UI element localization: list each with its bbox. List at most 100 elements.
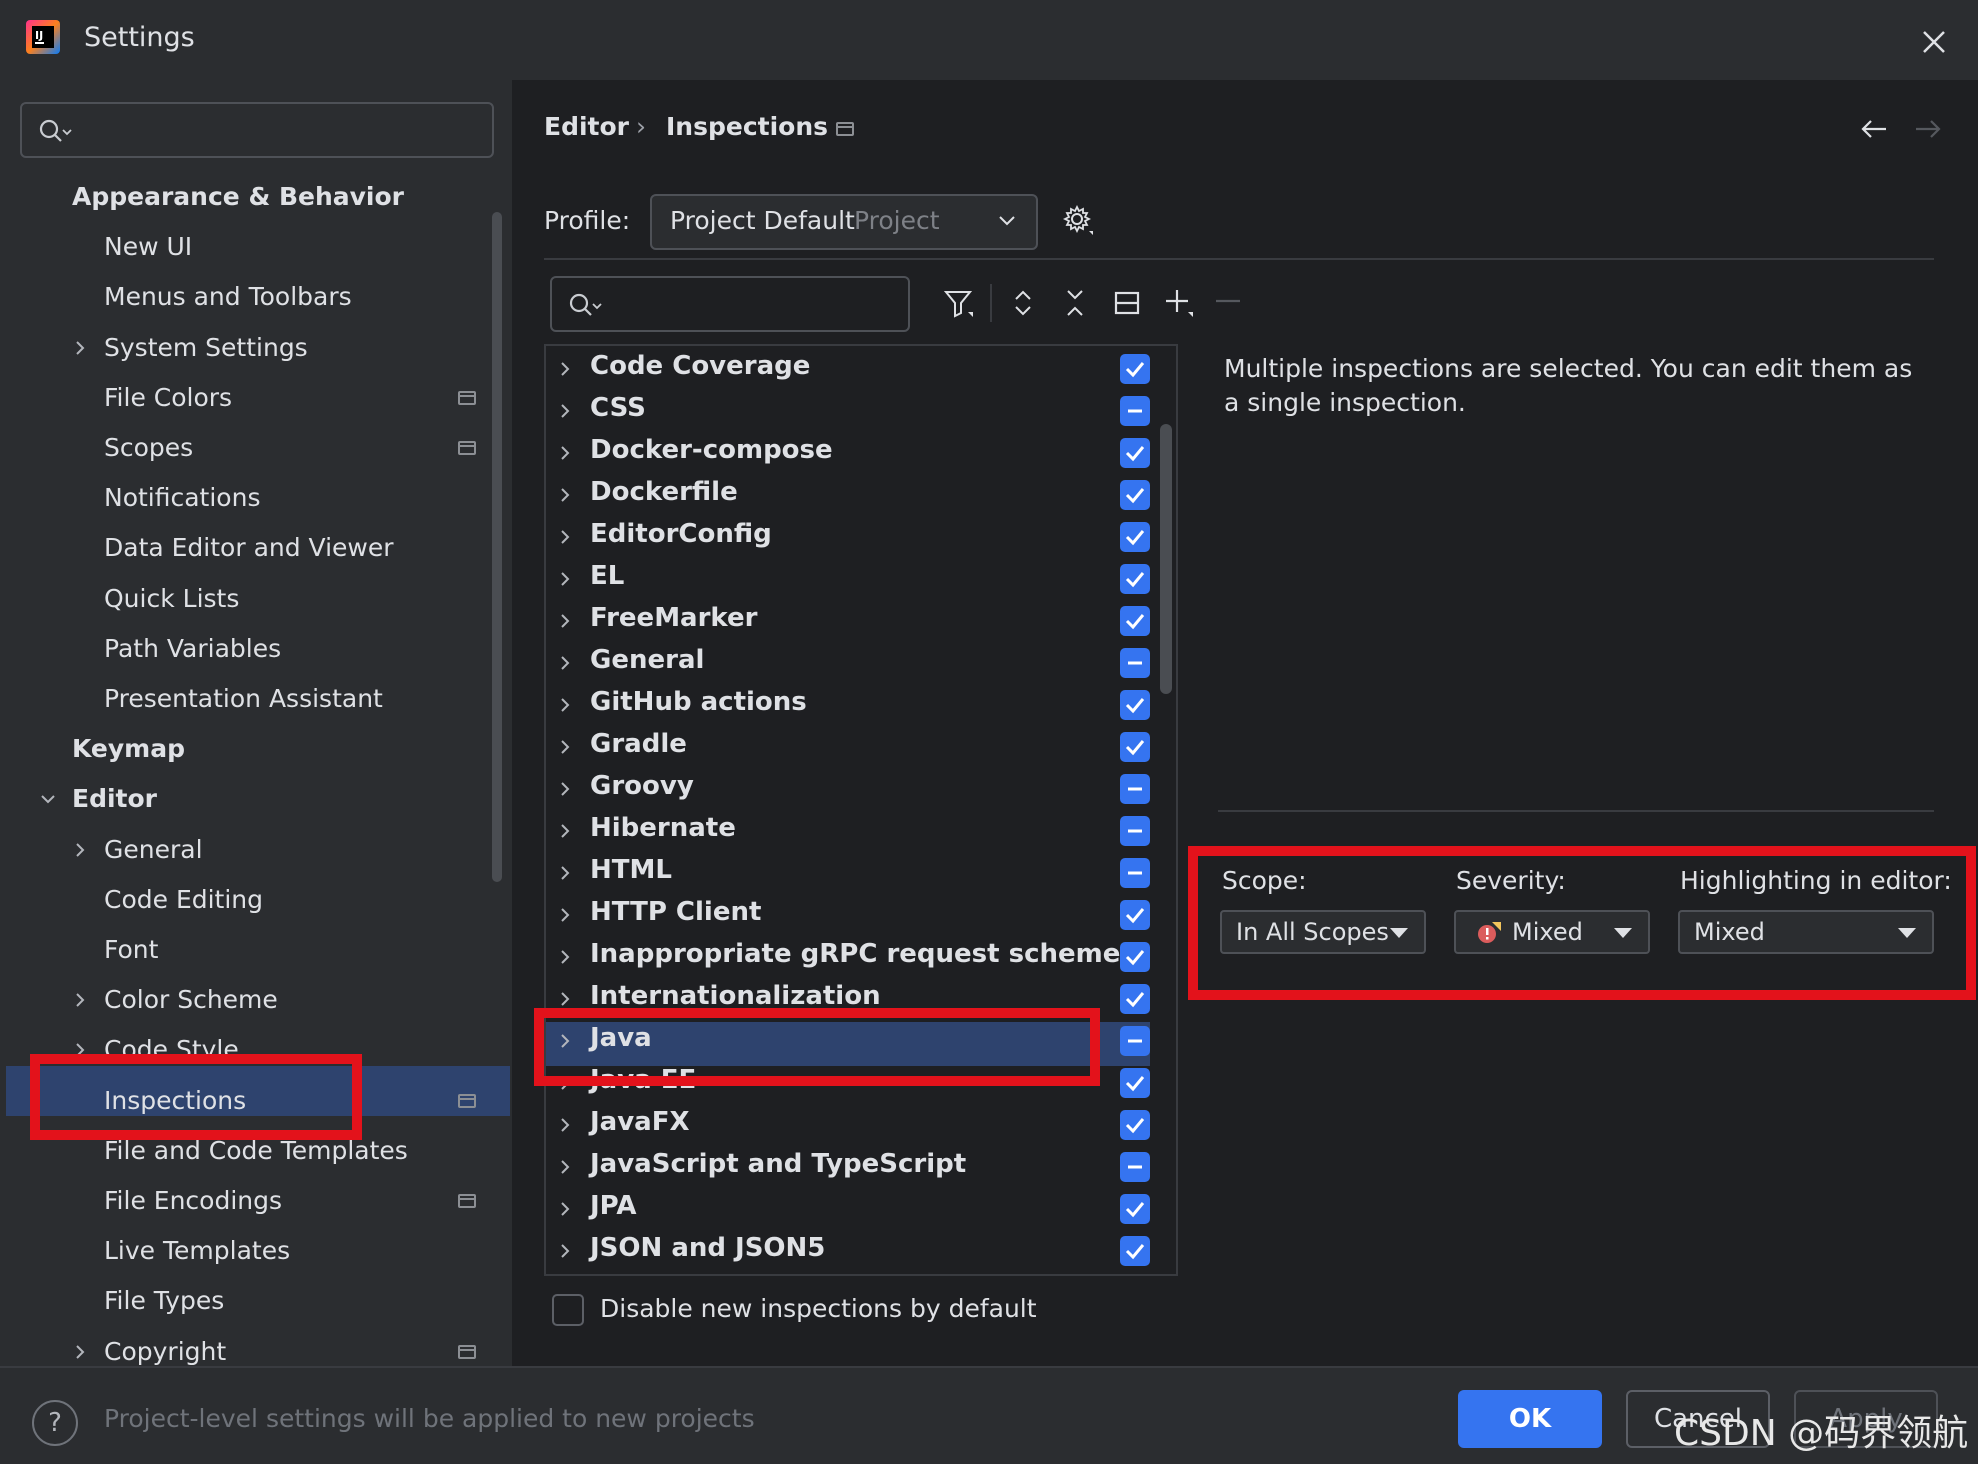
tree-row-code-coverage[interactable]: Code Coverage [546,348,1172,390]
checkbox-checked-icon[interactable] [1120,1194,1150,1224]
collapse-all-icon[interactable] [1058,286,1092,320]
checkbox-checked-icon[interactable] [1120,1110,1150,1140]
checkbox-checked-icon[interactable] [1120,732,1150,762]
checkbox-mixed-icon[interactable] [1120,396,1150,426]
chevron-right-icon[interactable] [558,529,572,545]
sidebar-item-file-colors[interactable]: File Colors [104,378,232,418]
sidebar-item-notifications[interactable]: Notifications [104,478,260,518]
checkbox-mixed-icon[interactable] [1120,1152,1150,1182]
chevron-right-icon[interactable] [558,1243,572,1259]
tree-row-javascript-and-typescript[interactable]: JavaScript and TypeScript [546,1146,1172,1188]
chevron-right-icon[interactable] [558,445,572,461]
chevron-right-icon[interactable] [558,697,572,713]
checkbox-checked-icon[interactable] [1120,942,1150,972]
sidebar-item-path-variables[interactable]: Path Variables [104,629,281,669]
gear-icon[interactable] [1062,204,1096,238]
checkbox-checked-icon[interactable] [1120,522,1150,552]
chevron-right-icon[interactable] [558,361,572,377]
disable-new-inspections-checkbox[interactable] [552,1294,584,1326]
checkbox-mixed-icon[interactable] [1120,816,1150,846]
sidebar-item-keymap[interactable]: Keymap [72,729,185,769]
ok-button[interactable]: OK [1458,1390,1602,1448]
chevron-right-icon[interactable] [72,992,88,1008]
tree-row-jpa[interactable]: JPA [546,1188,1172,1230]
tree-row-inappropriate-grpc-request-scheme[interactable]: Inappropriate gRPC request scheme [546,936,1172,978]
close-icon[interactable] [1916,24,1952,60]
inspection-search-input[interactable] [550,276,910,332]
chevron-right-icon[interactable] [558,739,572,755]
chevron-right-icon[interactable] [558,1201,572,1217]
chevron-right-icon[interactable] [72,842,88,858]
chevron-right-icon[interactable] [72,1344,88,1360]
tree-row-el[interactable]: EL [546,558,1172,600]
tree-row-editorconfig[interactable]: EditorConfig [546,516,1172,558]
chevron-right-icon[interactable] [558,865,572,881]
checkbox-checked-icon[interactable] [1120,480,1150,510]
tree-row-groovy[interactable]: Groovy [546,768,1172,810]
checkbox-checked-icon[interactable] [1120,984,1150,1014]
sidebar-item-file-encodings[interactable]: File Encodings [104,1181,282,1221]
chevron-right-icon[interactable] [558,1159,572,1175]
tree-row-http-client[interactable]: HTTP Client [546,894,1172,936]
sidebar-item-editor[interactable]: Editor [72,779,157,819]
chevron-right-icon[interactable] [558,823,572,839]
checkbox-mixed-icon[interactable] [1120,648,1150,678]
checkbox-mixed-icon[interactable] [1120,1026,1150,1056]
sidebar-item-font[interactable]: Font [104,930,158,970]
sidebar-item-code-editing[interactable]: Code Editing [104,880,263,920]
checkbox-checked-icon[interactable] [1120,690,1150,720]
sidebar-item-quick-lists[interactable]: Quick Lists [104,579,239,619]
chevron-right-icon[interactable] [558,613,572,629]
disable-new-inspections-label[interactable]: Disable new inspections by default [600,1294,1037,1323]
chevron-right-icon[interactable] [558,487,572,503]
tree-row-json-and-json5[interactable]: JSON and JSON5 [546,1230,1172,1272]
breadcrumb-editor[interactable]: Editor [544,112,629,141]
sidebar-item-color-scheme[interactable]: Color Scheme [104,980,278,1020]
filter-icon[interactable] [942,286,976,320]
forward-arrow-icon[interactable] [1914,118,1942,140]
tree-row-freemarker[interactable]: FreeMarker [546,600,1172,642]
expand-all-icon[interactable] [1006,286,1040,320]
checkbox-checked-icon[interactable] [1120,354,1150,384]
checkbox-checked-icon[interactable] [1120,438,1150,468]
sidebar-item-live-templates[interactable]: Live Templates [104,1231,290,1271]
checkbox-checked-icon[interactable] [1120,606,1150,636]
sidebar-item-data-editor-and-viewer[interactable]: Data Editor and Viewer [104,528,394,568]
tree-scrollbar[interactable] [1160,424,1172,694]
remove-icon[interactable] [1212,286,1246,320]
checkbox-mixed-icon[interactable] [1120,858,1150,888]
chevron-right-icon[interactable] [558,949,572,965]
sidebar-item-new-ui[interactable]: New UI [104,227,192,267]
chevron-right-icon[interactable] [558,655,572,671]
chevron-right-icon[interactable] [558,1117,572,1133]
sidebar-search-input[interactable] [20,102,494,158]
checkbox-checked-icon[interactable] [1120,1068,1150,1098]
chevron-right-icon[interactable] [72,340,88,356]
chevron-right-icon[interactable] [558,907,572,923]
checkbox-checked-icon[interactable] [1120,1236,1150,1266]
add-icon[interactable] [1162,286,1196,320]
sidebar-item-scopes[interactable]: Scopes [104,428,193,468]
tree-row-github-actions[interactable]: GitHub actions [546,684,1172,726]
chevron-right-icon[interactable] [558,781,572,797]
tree-row-general[interactable]: General [546,642,1172,684]
checkbox-mixed-icon[interactable] [1120,774,1150,804]
chevron-right-icon[interactable] [558,571,572,587]
tree-row-javafx[interactable]: JavaFX [546,1104,1172,1146]
tree-row-docker-compose[interactable]: Docker-compose [546,432,1172,474]
sidebar-item-system-settings[interactable]: System Settings [104,328,308,368]
tree-row-gradle[interactable]: Gradle [546,726,1172,768]
sidebar-item-presentation-assistant[interactable]: Presentation Assistant [104,679,383,719]
chevron-right-icon[interactable] [558,403,572,419]
sidebar-item-general[interactable]: General [104,830,203,870]
sidebar-scrollbar[interactable] [492,212,502,882]
sidebar-item-appearance-behavior[interactable]: Appearance & Behavior [72,177,404,217]
chevron-down-icon[interactable] [40,791,56,807]
chevron-right-icon[interactable] [558,991,572,1007]
sidebar-item-menus-and-toolbars[interactable]: Menus and Toolbars [104,277,352,317]
tree-row-dockerfile[interactable]: Dockerfile [546,474,1172,516]
help-button[interactable]: ? [32,1400,78,1446]
checkbox-checked-icon[interactable] [1120,900,1150,930]
checkbox-checked-icon[interactable] [1120,564,1150,594]
tree-row-hibernate[interactable]: Hibernate [546,810,1172,852]
